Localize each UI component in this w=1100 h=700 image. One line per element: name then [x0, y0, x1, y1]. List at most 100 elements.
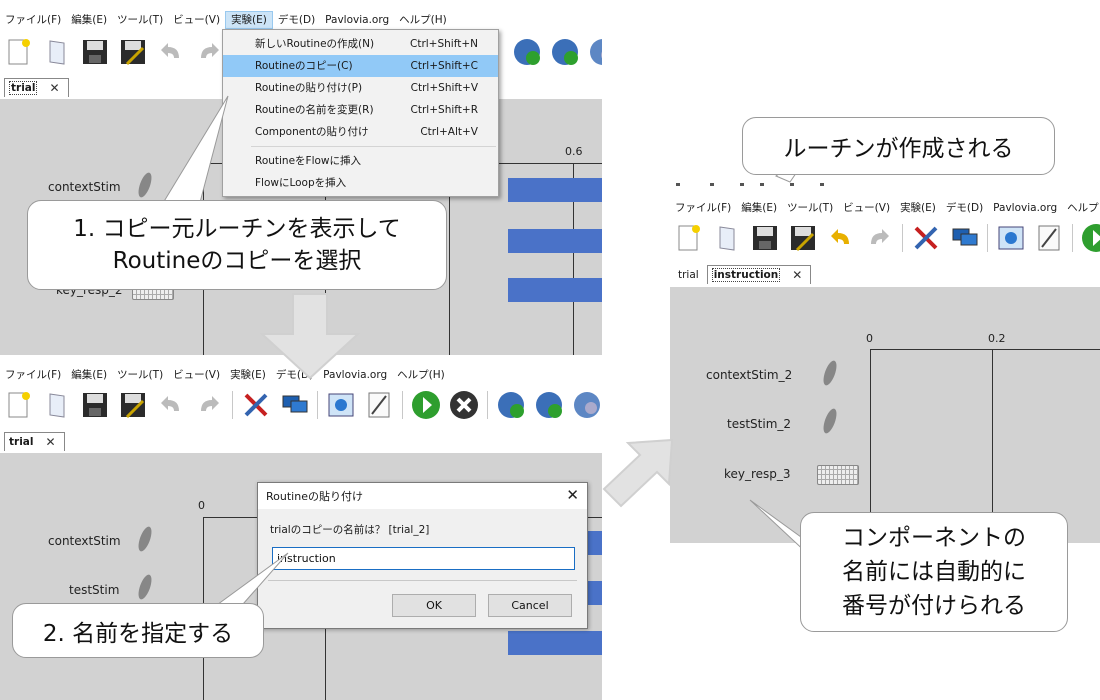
- preferences-icon[interactable]: [911, 223, 941, 253]
- result-window: ファイル(F) 編集(E) ツール(T) ビュー(V) 実験(E) デモ(D) …: [670, 180, 1100, 543]
- tab-label: trial: [9, 81, 38, 95]
- open-file-icon[interactable]: [712, 223, 742, 253]
- menu-view[interactable]: ビュー(V): [838, 199, 895, 217]
- undo-icon[interactable]: [156, 390, 186, 420]
- menu-pavlovia[interactable]: Pavlovia.org: [318, 366, 392, 384]
- menu-pavlovia[interactable]: Pavlovia.org: [320, 11, 394, 29]
- globe-sync-icon[interactable]: [534, 390, 564, 420]
- undo-icon[interactable]: [826, 223, 856, 253]
- monitor-center-icon[interactable]: [949, 223, 979, 253]
- close-tab-icon[interactable]: ✕: [45, 81, 63, 95]
- compile-script-icon[interactable]: [1034, 223, 1064, 253]
- stop-icon[interactable]: [449, 390, 479, 420]
- callout-created: ルーチンが作成される: [742, 117, 1055, 175]
- cancel-button[interactable]: Cancel: [488, 594, 572, 617]
- menu-help[interactable]: ヘルプ(H): [392, 366, 450, 384]
- menubar: ファイル(F) 編集(E) ツール(T) ビュー(V) 実験(E) デモ(D) …: [670, 198, 1100, 218]
- run-icon[interactable]: [411, 390, 441, 420]
- save-as-icon[interactable]: [118, 390, 148, 420]
- menu-demos[interactable]: デモ(D): [273, 11, 320, 29]
- menu-view[interactable]: ビュー(V): [168, 366, 225, 384]
- menu-experiment[interactable]: 実験(E): [895, 199, 941, 217]
- toolbar-separator: [487, 391, 488, 419]
- component-label[interactable]: contextStim: [48, 534, 121, 548]
- diagonal-arrow-icon: [602, 438, 674, 508]
- tab-trial[interactable]: trial: [674, 265, 703, 284]
- menu-item-insert-loop[interactable]: FlowにLoopを挿入: [223, 172, 498, 194]
- menubar: ファイル(F) 編集(E) ツール(T) ビュー(V) 実験(E) デモ(D) …: [0, 365, 450, 385]
- globe-user-icon[interactable]: [572, 390, 602, 420]
- save-as-icon[interactable]: [118, 37, 148, 67]
- open-file-icon[interactable]: [42, 37, 72, 67]
- menu-item-insert-routine[interactable]: RoutineをFlowに挿入: [223, 150, 498, 172]
- undo-icon[interactable]: [156, 37, 186, 67]
- save-as-icon[interactable]: [788, 223, 818, 253]
- title-strip: [0, 355, 602, 361]
- menu-edit[interactable]: 編集(E): [736, 199, 782, 217]
- menu-tools[interactable]: ツール(T): [112, 366, 168, 384]
- close-tab-icon[interactable]: ✕: [788, 268, 806, 282]
- preferences-icon[interactable]: [241, 390, 271, 420]
- callout-text: 2. 名前を指定する: [42, 620, 234, 647]
- component-bar[interactable]: [508, 178, 602, 202]
- monitor-center-icon[interactable]: [279, 390, 309, 420]
- close-icon[interactable]: ✕: [566, 486, 579, 504]
- new-file-icon[interactable]: [674, 223, 704, 253]
- menu-edit[interactable]: 編集(E): [66, 11, 112, 29]
- compile-script-icon[interactable]: [364, 390, 394, 420]
- globe-user-icon[interactable]: [588, 37, 602, 67]
- run-icon[interactable]: [1081, 223, 1100, 253]
- menu-file[interactable]: ファイル(F): [0, 366, 66, 384]
- ok-button[interactable]: OK: [392, 594, 476, 617]
- tab-trial[interactable]: trial ✕: [4, 432, 65, 451]
- component-bar[interactable]: [508, 278, 602, 302]
- menu-file[interactable]: ファイル(F): [0, 11, 66, 29]
- menu-item-rename-routine[interactable]: Routineの名前を変更(R) Ctrl+Shift+R: [223, 99, 498, 121]
- open-file-icon[interactable]: [42, 390, 72, 420]
- menu-pavlovia[interactable]: Pavlovia.org: [988, 199, 1062, 217]
- close-tab-icon[interactable]: ✕: [41, 435, 59, 449]
- menu-tools[interactable]: ツール(T): [112, 11, 168, 29]
- grating-stim-icon: [138, 526, 152, 552]
- new-file-icon[interactable]: [4, 390, 34, 420]
- component-label[interactable]: testStim_2: [727, 417, 791, 431]
- menu-demos[interactable]: デモ(D): [271, 366, 318, 384]
- save-icon[interactable]: [80, 390, 110, 420]
- menu-view[interactable]: ビュー(V): [168, 11, 225, 29]
- tab-trial[interactable]: trial ✕: [4, 78, 69, 97]
- tab-instruction[interactable]: instruction ✕: [706, 265, 812, 284]
- component-label[interactable]: testStim: [69, 583, 119, 597]
- menu-item-new-routine[interactable]: 新しいRoutineの作成(N) Ctrl+Shift+N: [223, 33, 498, 55]
- component-label[interactable]: contextStim_2: [706, 368, 792, 382]
- component-bar[interactable]: [508, 631, 602, 655]
- save-icon[interactable]: [750, 223, 780, 253]
- menu-help[interactable]: ヘルプ(H): [394, 11, 452, 29]
- menu-tools[interactable]: ツール(T): [782, 199, 838, 217]
- title-strip: [0, 0, 602, 6]
- menu-item-paste-component[interactable]: Componentの貼り付け Ctrl+Alt+V: [223, 121, 498, 143]
- globe-sync-icon[interactable]: [550, 37, 580, 67]
- component-bar[interactable]: [508, 229, 602, 253]
- title-strip: [670, 180, 1100, 192]
- menu-item-copy-routine[interactable]: Routineのコピー(C) Ctrl+Shift+C: [223, 55, 498, 77]
- redo-icon[interactable]: [194, 37, 224, 67]
- menu-demos[interactable]: デモ(D): [941, 199, 988, 217]
- menu-experiment[interactable]: 実験(E): [225, 11, 273, 29]
- experiment-settings-icon[interactable]: [326, 390, 356, 420]
- save-icon[interactable]: [80, 37, 110, 67]
- redo-icon[interactable]: [194, 390, 224, 420]
- redo-icon[interactable]: [864, 223, 894, 253]
- component-label[interactable]: key_resp_3: [724, 467, 791, 481]
- menu-edit[interactable]: 編集(E): [66, 366, 112, 384]
- menu-help[interactable]: ヘルプ: [1062, 199, 1100, 217]
- menu-item-paste-routine[interactable]: Routineの貼り付け(P) Ctrl+Shift+V: [223, 77, 498, 99]
- globe-run-icon[interactable]: [496, 390, 526, 420]
- component-label[interactable]: contextStim: [48, 180, 121, 194]
- menu-experiment[interactable]: 実験(E): [225, 366, 271, 384]
- menu-file[interactable]: ファイル(F): [670, 199, 736, 217]
- experiment-settings-icon[interactable]: [996, 223, 1026, 253]
- toolbar: [670, 220, 1100, 256]
- new-file-icon[interactable]: [4, 37, 34, 67]
- routine-name-input[interactable]: [272, 547, 575, 570]
- globe-run-icon[interactable]: [512, 37, 542, 67]
